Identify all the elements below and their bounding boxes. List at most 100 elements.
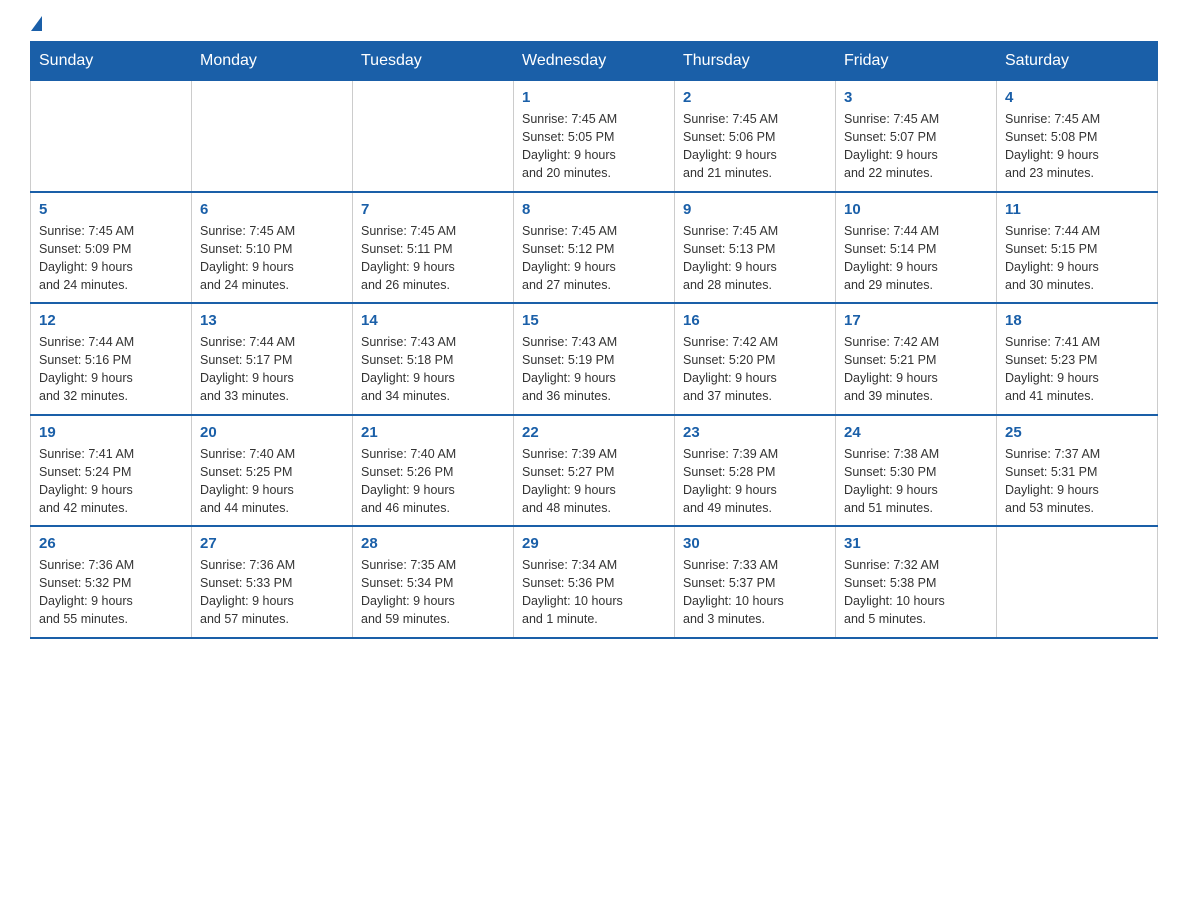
day-number: 24: [844, 424, 988, 441]
day-info: Sunrise: 7:45 AM Sunset: 5:08 PM Dayligh…: [1005, 110, 1149, 183]
day-number: 7: [361, 201, 505, 218]
day-number: 6: [200, 201, 344, 218]
day-number: 25: [1005, 424, 1149, 441]
calendar-week-4: 19 Sunrise: 7:41 AM Sunset: 5:24 PM Dayli…: [31, 415, 1158, 527]
calendar-cell: 4 Sunrise: 7:45 AM Sunset: 5:08 PM Daylig…: [997, 81, 1158, 192]
day-info: Sunrise: 7:32 AM Sunset: 5:38 PM Dayligh…: [844, 556, 988, 629]
day-number: 19: [39, 424, 183, 441]
day-number: 4: [1005, 89, 1149, 106]
day-info: Sunrise: 7:41 AM Sunset: 5:24 PM Dayligh…: [39, 445, 183, 518]
day-number: 12: [39, 312, 183, 329]
day-info: Sunrise: 7:39 AM Sunset: 5:27 PM Dayligh…: [522, 445, 666, 518]
calendar-cell: 15Sunrise: 7:43 AM Sunset: 5:19 PM Dayli…: [514, 303, 675, 415]
day-number: 17: [844, 312, 988, 329]
day-number: 8: [522, 201, 666, 218]
day-number: 10: [844, 201, 988, 218]
weekday-header-saturday: Saturday: [997, 42, 1158, 81]
calendar-week-2: 5 Sunrise: 7:45 AM Sunset: 5:09 PM Daylig…: [31, 192, 1158, 304]
day-info: Sunrise: 7:38 AM Sunset: 5:30 PM Dayligh…: [844, 445, 988, 518]
day-info: Sunrise: 7:45 AM Sunset: 5:10 PM Dayligh…: [200, 222, 344, 295]
day-info: Sunrise: 7:36 AM Sunset: 5:33 PM Dayligh…: [200, 556, 344, 629]
day-number: 3: [844, 89, 988, 106]
day-info: Sunrise: 7:45 AM Sunset: 5:13 PM Dayligh…: [683, 222, 827, 295]
calendar-cell: [997, 526, 1158, 638]
calendar-cell: 21 Sunrise: 7:40 AM Sunset: 5:26 PM Dayli…: [353, 415, 514, 527]
calendar-cell: [31, 81, 192, 192]
day-number: 27: [200, 535, 344, 552]
calendar-week-3: 12Sunrise: 7:44 AM Sunset: 5:16 PM Dayli…: [31, 303, 1158, 415]
weekday-header-thursday: Thursday: [675, 42, 836, 81]
day-info: Sunrise: 7:35 AM Sunset: 5:34 PM Dayligh…: [361, 556, 505, 629]
calendar-body: 1Sunrise: 7:45 AM Sunset: 5:05 PM Daylig…: [31, 81, 1158, 638]
day-number: 1: [522, 89, 666, 106]
weekday-header-wednesday: Wednesday: [514, 42, 675, 81]
weekday-header-sunday: Sunday: [31, 42, 192, 81]
day-info: Sunrise: 7:40 AM Sunset: 5:26 PM Dayligh…: [361, 445, 505, 518]
day-number: 5: [39, 201, 183, 218]
weekday-header-row: SundayMondayTuesdayWednesdayThursdayFrid…: [31, 42, 1158, 81]
day-number: 14: [361, 312, 505, 329]
calendar-cell: 6 Sunrise: 7:45 AM Sunset: 5:10 PM Daylig…: [192, 192, 353, 304]
calendar-cell: 23 Sunrise: 7:39 AM Sunset: 5:28 PM Dayli…: [675, 415, 836, 527]
logo: [30, 20, 42, 31]
day-info: Sunrise: 7:40 AM Sunset: 5:25 PM Dayligh…: [200, 445, 344, 518]
day-info: Sunrise: 7:42 AM Sunset: 5:20 PM Dayligh…: [683, 333, 827, 406]
calendar-cell: 13 Sunrise: 7:44 AM Sunset: 5:17 PM Dayli…: [192, 303, 353, 415]
calendar-cell: 30Sunrise: 7:33 AM Sunset: 5:37 PM Dayli…: [675, 526, 836, 638]
day-info: Sunrise: 7:44 AM Sunset: 5:14 PM Dayligh…: [844, 222, 988, 295]
calendar-cell: 2 Sunrise: 7:45 AM Sunset: 5:06 PM Daylig…: [675, 81, 836, 192]
day-number: 28: [361, 535, 505, 552]
calendar-cell: 3 Sunrise: 7:45 AM Sunset: 5:07 PM Daylig…: [836, 81, 997, 192]
logo-arrow-icon: [31, 16, 42, 31]
page-header: [30, 20, 1158, 31]
calendar-table: SundayMondayTuesdayWednesdayThursdayFrid…: [30, 41, 1158, 639]
calendar-cell: [192, 81, 353, 192]
calendar-cell: 17 Sunrise: 7:42 AM Sunset: 5:21 PM Dayli…: [836, 303, 997, 415]
calendar-cell: 5 Sunrise: 7:45 AM Sunset: 5:09 PM Daylig…: [31, 192, 192, 304]
calendar-cell: 1Sunrise: 7:45 AM Sunset: 5:05 PM Daylig…: [514, 81, 675, 192]
day-info: Sunrise: 7:41 AM Sunset: 5:23 PM Dayligh…: [1005, 333, 1149, 406]
day-info: Sunrise: 7:43 AM Sunset: 5:19 PM Dayligh…: [522, 333, 666, 406]
day-number: 23: [683, 424, 827, 441]
day-number: 18: [1005, 312, 1149, 329]
calendar-cell: 24 Sunrise: 7:38 AM Sunset: 5:30 PM Dayli…: [836, 415, 997, 527]
calendar-cell: 27 Sunrise: 7:36 AM Sunset: 5:33 PM Dayli…: [192, 526, 353, 638]
calendar-cell: 31 Sunrise: 7:32 AM Sunset: 5:38 PM Dayli…: [836, 526, 997, 638]
day-number: 16: [683, 312, 827, 329]
day-info: Sunrise: 7:39 AM Sunset: 5:28 PM Dayligh…: [683, 445, 827, 518]
day-info: Sunrise: 7:45 AM Sunset: 5:06 PM Dayligh…: [683, 110, 827, 183]
day-number: 21: [361, 424, 505, 441]
calendar-cell: 19 Sunrise: 7:41 AM Sunset: 5:24 PM Dayli…: [31, 415, 192, 527]
day-info: Sunrise: 7:45 AM Sunset: 5:11 PM Dayligh…: [361, 222, 505, 295]
calendar-cell: [353, 81, 514, 192]
calendar-cell: 11Sunrise: 7:44 AM Sunset: 5:15 PM Dayli…: [997, 192, 1158, 304]
day-info: Sunrise: 7:45 AM Sunset: 5:07 PM Dayligh…: [844, 110, 988, 183]
calendar-cell: 28 Sunrise: 7:35 AM Sunset: 5:34 PM Dayli…: [353, 526, 514, 638]
calendar-cell: 26 Sunrise: 7:36 AM Sunset: 5:32 PM Dayli…: [31, 526, 192, 638]
calendar-cell: 25Sunrise: 7:37 AM Sunset: 5:31 PM Dayli…: [997, 415, 1158, 527]
day-number: 31: [844, 535, 988, 552]
day-number: 26: [39, 535, 183, 552]
day-number: 20: [200, 424, 344, 441]
day-info: Sunrise: 7:36 AM Sunset: 5:32 PM Dayligh…: [39, 556, 183, 629]
weekday-header-monday: Monday: [192, 42, 353, 81]
calendar-cell: 18 Sunrise: 7:41 AM Sunset: 5:23 PM Dayli…: [997, 303, 1158, 415]
calendar-cell: 10 Sunrise: 7:44 AM Sunset: 5:14 PM Dayli…: [836, 192, 997, 304]
day-number: 9: [683, 201, 827, 218]
calendar-week-1: 1Sunrise: 7:45 AM Sunset: 5:05 PM Daylig…: [31, 81, 1158, 192]
day-info: Sunrise: 7:34 AM Sunset: 5:36 PM Dayligh…: [522, 556, 666, 629]
calendar-cell: 12Sunrise: 7:44 AM Sunset: 5:16 PM Dayli…: [31, 303, 192, 415]
day-number: 13: [200, 312, 344, 329]
calendar-cell: 14Sunrise: 7:43 AM Sunset: 5:18 PM Dayli…: [353, 303, 514, 415]
day-info: Sunrise: 7:44 AM Sunset: 5:17 PM Dayligh…: [200, 333, 344, 406]
day-number: 29: [522, 535, 666, 552]
calendar-week-5: 26 Sunrise: 7:36 AM Sunset: 5:32 PM Dayli…: [31, 526, 1158, 638]
day-info: Sunrise: 7:45 AM Sunset: 5:09 PM Dayligh…: [39, 222, 183, 295]
calendar-cell: 8Sunrise: 7:45 AM Sunset: 5:12 PM Daylig…: [514, 192, 675, 304]
calendar-cell: 16 Sunrise: 7:42 AM Sunset: 5:20 PM Dayli…: [675, 303, 836, 415]
calendar-cell: 29 Sunrise: 7:34 AM Sunset: 5:36 PM Dayli…: [514, 526, 675, 638]
day-info: Sunrise: 7:44 AM Sunset: 5:15 PM Dayligh…: [1005, 222, 1149, 295]
day-number: 2: [683, 89, 827, 106]
calendar-cell: 20 Sunrise: 7:40 AM Sunset: 5:25 PM Dayli…: [192, 415, 353, 527]
day-info: Sunrise: 7:42 AM Sunset: 5:21 PM Dayligh…: [844, 333, 988, 406]
